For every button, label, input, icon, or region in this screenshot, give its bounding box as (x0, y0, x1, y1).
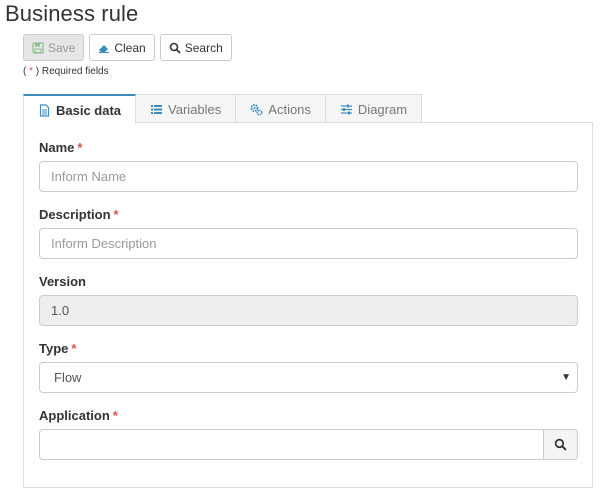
search-icon (169, 42, 181, 54)
page-title: Business rule (5, 1, 139, 26)
required-star: * (71, 341, 77, 356)
tab-diagram[interactable]: Diagram (324, 94, 423, 123)
application-input[interactable] (39, 429, 543, 460)
save-button-label: Save (48, 40, 76, 55)
file-text-icon (39, 103, 50, 117)
tab-diagram-label: Diagram (357, 101, 408, 117)
clean-button[interactable]: Clean (89, 34, 155, 61)
required-star: * (113, 207, 119, 222)
tab-basic-data-label: Basic data (56, 102, 122, 118)
type-select-value: Flow (54, 370, 82, 385)
tab-actions[interactable]: Actions (235, 94, 326, 123)
description-input[interactable] (39, 228, 578, 259)
search-button-label: Search (184, 40, 223, 55)
name-label: Name * (39, 140, 82, 155)
tab-basic-data[interactable]: Basic data (23, 94, 137, 124)
eraser-icon (99, 44, 110, 53)
application-search-button[interactable] (543, 429, 578, 460)
name-label-text: Name (39, 140, 75, 155)
required-star: * (77, 140, 83, 155)
basic-data-panel: Name* Description* Version Type* Flow ▼ … (23, 122, 593, 488)
application-label: Application * (39, 408, 118, 423)
list-icon (151, 104, 163, 114)
name-input[interactable] (39, 161, 578, 192)
version-label: Version (39, 274, 86, 289)
type-select[interactable]: Flow ▼ (39, 362, 578, 393)
version-label-text: Version (39, 274, 86, 289)
application-input-group (39, 429, 578, 460)
save-button[interactable]: Save (23, 34, 85, 61)
search-icon (554, 438, 567, 451)
required-star: * (112, 408, 118, 423)
application-label-text: Application (39, 408, 110, 423)
tab-variables[interactable]: Variables (135, 94, 237, 123)
sliders-icon (340, 104, 352, 114)
gears-icon (250, 103, 263, 116)
required-fields-note: ( * ) Required fields (23, 66, 109, 77)
tab-bar: Basic data Variables Actions Diagram (23, 94, 423, 124)
version-input[interactable] (39, 295, 578, 326)
required-note-text: ) Required fields (33, 66, 109, 77)
floppy-disk-icon (32, 41, 44, 54)
search-button[interactable]: Search (159, 34, 232, 61)
clean-button-label: Clean (114, 40, 146, 55)
tab-variables-label: Variables (168, 101, 222, 117)
type-label: Type * (39, 341, 76, 356)
description-label: Description * (39, 207, 119, 222)
tab-actions-label: Actions (268, 101, 311, 117)
type-label-text: Type (39, 341, 69, 356)
toolbar: Save Clean Search (23, 34, 232, 61)
description-label-text: Description (39, 207, 111, 222)
caret-down-icon: ▼ (561, 372, 571, 383)
